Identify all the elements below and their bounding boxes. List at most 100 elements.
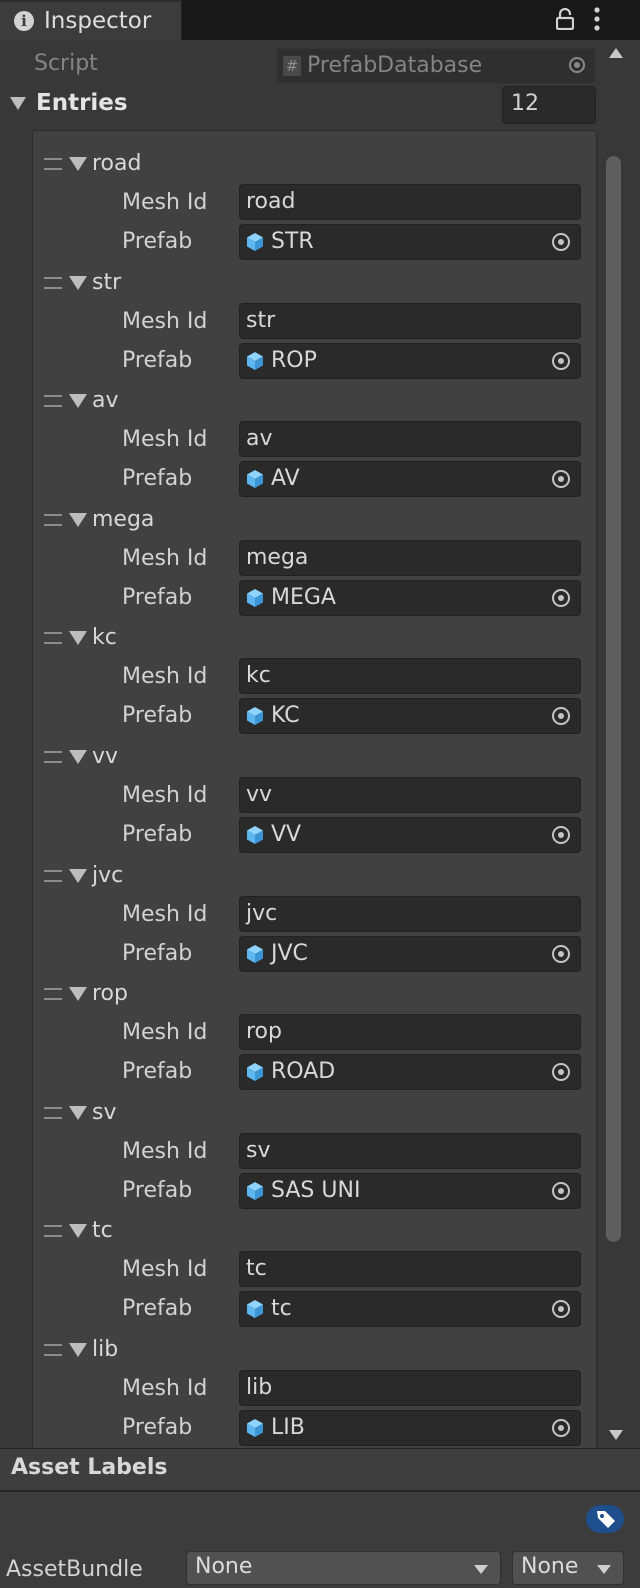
entry-foldout-icon[interactable]: [69, 1105, 87, 1120]
drag-handle-icon[interactable]: [44, 276, 62, 289]
prefab-field[interactable]: MEGA: [239, 579, 581, 616]
prefab-cube-icon: [245, 588, 265, 614]
entry-foldout-icon[interactable]: [69, 394, 87, 409]
prefab-value: ROAD: [271, 1059, 336, 1085]
prefab-field[interactable]: LIB: [239, 1410, 581, 1446]
entry-foldout-icon[interactable]: [69, 1224, 87, 1239]
entries-foldout-icon[interactable]: [10, 97, 26, 110]
object-picker-button[interactable]: [542, 1411, 580, 1445]
mesh-id-label: Mesh Id: [122, 1138, 208, 1164]
mesh-id-label: Mesh Id: [122, 1376, 208, 1401]
prefab-cube-icon: [245, 944, 265, 970]
scroll-down-icon[interactable]: [609, 1430, 623, 1440]
object-picker-button[interactable]: [542, 1174, 580, 1208]
mesh-id-field[interactable]: lib: [239, 1370, 581, 1406]
prefab-field[interactable]: STR: [239, 224, 581, 260]
drag-handle-icon[interactable]: [44, 869, 62, 882]
object-picker-button[interactable]: [542, 344, 580, 378]
mesh-id-field[interactable]: vv: [239, 777, 581, 813]
entry-title[interactable]: lib: [92, 1337, 118, 1362]
entry-item: kc Mesh Id kc Prefab KC: [33, 613, 596, 735]
asset-bundle-variant-dropdown[interactable]: None: [512, 1551, 624, 1585]
entry-title[interactable]: rop: [92, 981, 128, 1006]
drag-handle-icon[interactable]: [44, 988, 62, 1001]
entry-item: rop Mesh Id rop Prefab ROAD: [33, 969, 596, 1091]
asset-labels-panel: Asset Labels AssetBundle None None: [0, 1448, 640, 1588]
mesh-id-field[interactable]: av: [239, 421, 581, 458]
prefab-label: Prefab: [122, 1059, 193, 1085]
entry-foldout-icon[interactable]: [69, 750, 87, 764]
more-vertical-icon[interactable]: [594, 7, 600, 37]
entry-foldout-icon[interactable]: [69, 275, 87, 290]
object-picker-button[interactable]: [542, 1055, 580, 1089]
object-picker-icon: [552, 1419, 570, 1437]
mesh-id-field[interactable]: tc: [239, 1251, 581, 1288]
entry-item: mega Mesh Id mega Prefab MEGA: [33, 495, 596, 616]
drag-handle-icon[interactable]: [44, 751, 62, 763]
hash-script-icon: #: [283, 56, 301, 76]
script-field[interactable]: # PrefabDatabase: [276, 48, 596, 84]
prefab-field[interactable]: VV: [239, 817, 581, 853]
mesh-id-field[interactable]: rop: [239, 1014, 581, 1051]
object-picker-button[interactable]: [542, 581, 580, 615]
entry-title[interactable]: road: [92, 151, 141, 176]
mesh-id-field[interactable]: mega: [239, 539, 581, 576]
object-picker-icon[interactable]: [569, 57, 585, 73]
drag-handle-icon[interactable]: [44, 395, 62, 408]
entry-foldout-icon[interactable]: [69, 1343, 87, 1357]
entry-title[interactable]: str: [92, 270, 121, 295]
entry-foldout-icon[interactable]: [69, 157, 87, 171]
drag-handle-icon[interactable]: [44, 1344, 62, 1356]
entries-label[interactable]: Entries: [36, 90, 128, 116]
mesh-id-label: Mesh Id: [122, 545, 208, 571]
entry-item: tc Mesh Id tc Prefab tc: [33, 1206, 596, 1328]
entry-foldout-icon[interactable]: [69, 631, 87, 646]
asset-labels-header[interactable]: Asset Labels: [0, 1449, 640, 1492]
entries-count-field[interactable]: 12: [502, 86, 596, 124]
entry-title[interactable]: sv: [92, 1100, 116, 1125]
mesh-id-field[interactable]: road: [239, 184, 581, 220]
entry-foldout-icon[interactable]: [69, 512, 87, 527]
scroll-up-icon[interactable]: [609, 48, 623, 58]
mesh-id-field[interactable]: jvc: [239, 895, 581, 932]
entry-title[interactable]: av: [92, 388, 119, 413]
entry-title[interactable]: kc: [92, 625, 117, 650]
entry-title[interactable]: mega: [92, 507, 154, 532]
drag-handle-icon[interactable]: [44, 158, 62, 170]
mesh-id-field[interactable]: str: [239, 302, 581, 339]
prefab-field[interactable]: ROP: [239, 342, 581, 379]
entry-title[interactable]: tc: [92, 1218, 113, 1243]
object-picker-button[interactable]: [542, 1292, 580, 1326]
object-picker-button[interactable]: [542, 462, 580, 496]
mesh-id-field[interactable]: kc: [239, 658, 581, 695]
prefab-field[interactable]: ROAD: [239, 1054, 581, 1091]
entries-list: road Mesh Id road Prefab STR str Mesh Id str Pre…: [32, 130, 597, 1448]
prefab-field[interactable]: SAS UNI: [239, 1172, 581, 1209]
tag-icon: [597, 1511, 615, 1528]
lock-icon[interactable]: [555, 7, 575, 36]
drag-handle-icon[interactable]: [44, 513, 62, 526]
entry-title[interactable]: vv: [92, 744, 118, 769]
drag-handle-icon[interactable]: [44, 1225, 62, 1238]
drag-handle-icon[interactable]: [44, 632, 62, 645]
prefab-field[interactable]: JVC: [239, 935, 581, 972]
entry-foldout-icon[interactable]: [69, 987, 87, 1002]
prefab-cube-icon: [245, 706, 265, 732]
asset-labels-button[interactable]: [586, 1505, 624, 1533]
object-picker-button[interactable]: [542, 225, 580, 259]
prefab-field[interactable]: AV: [239, 461, 581, 498]
entry-foldout-icon[interactable]: [69, 868, 87, 883]
entry-title[interactable]: jvc: [92, 863, 123, 888]
prefab-field[interactable]: tc: [239, 1291, 581, 1328]
tab-inspector[interactable]: i Inspector: [0, 0, 182, 40]
drag-handle-icon[interactable]: [44, 1106, 62, 1119]
prefab-value: AV: [271, 466, 300, 492]
object-picker-button[interactable]: [542, 937, 580, 971]
object-picker-button[interactable]: [542, 818, 580, 852]
prefab-field[interactable]: KC: [239, 698, 581, 735]
mesh-id-field[interactable]: sv: [239, 1132, 581, 1169]
asset-bundle-dropdown[interactable]: None: [186, 1551, 501, 1585]
mesh-id-label: Mesh Id: [122, 783, 208, 808]
scrollbar-thumb[interactable]: [606, 156, 621, 1242]
object-picker-button[interactable]: [542, 699, 580, 733]
